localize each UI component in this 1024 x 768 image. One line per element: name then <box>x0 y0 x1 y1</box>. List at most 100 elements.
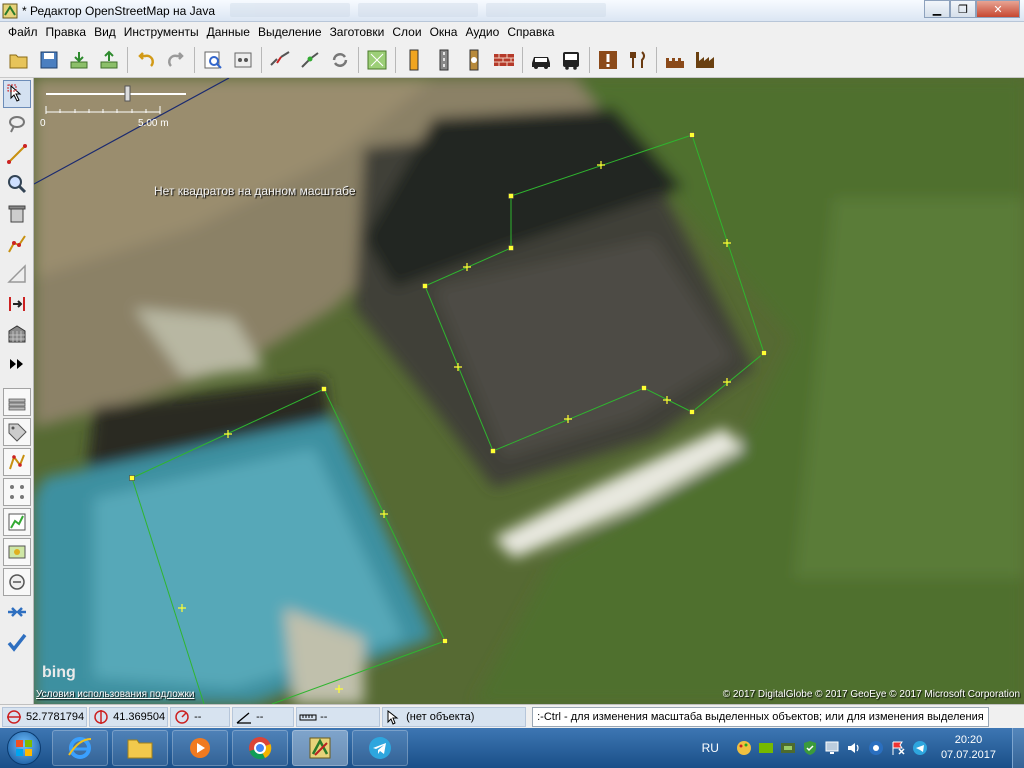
show-desktop-button[interactable] <box>1012 728 1024 768</box>
clock-time: 20:20 <box>954 734 983 746</box>
delete-mode-button[interactable] <box>3 200 31 228</box>
zoom-mode-button[interactable] <box>3 170 31 198</box>
save-button[interactable] <box>36 47 62 73</box>
toggle-history-panel[interactable] <box>3 508 31 536</box>
menu-file[interactable]: Файл <box>4 25 42 39</box>
minimize-button[interactable]: ▁ <box>924 0 950 18</box>
network-tray-icon[interactable] <box>824 740 840 756</box>
preset-food-button[interactable] <box>625 47 651 73</box>
preset-car-button[interactable] <box>528 47 554 73</box>
start-button[interactable] <box>0 728 48 768</box>
lasso-icon <box>9 116 25 133</box>
flag-tray-icon[interactable] <box>890 740 906 756</box>
parallel-mode-button[interactable] <box>3 260 31 288</box>
object-value: (нет объекта) <box>406 710 475 723</box>
preset-area-button[interactable] <box>364 47 390 73</box>
shield-tray-icon[interactable] <box>802 740 818 756</box>
undo-button[interactable] <box>133 47 159 73</box>
preset-bus-button[interactable] <box>558 47 584 73</box>
more-tools-button[interactable] <box>3 350 31 378</box>
aerial-imagery <box>34 78 1024 704</box>
draw-mode-button[interactable] <box>3 140 31 168</box>
menu-tools[interactable]: Инструменты <box>120 25 203 39</box>
toggle-conflict-panel[interactable] <box>3 538 31 566</box>
volume-tray-icon[interactable] <box>846 740 862 756</box>
preset-primary-road-button[interactable] <box>401 47 427 73</box>
taskbar-josm[interactable] <box>292 730 348 766</box>
select-mode-button[interactable] <box>3 80 31 108</box>
josm-icon <box>309 737 331 759</box>
split-way-button[interactable] <box>267 47 293 73</box>
gpu-tray-icon[interactable] <box>780 740 796 756</box>
draw-line-icon <box>7 144 27 164</box>
extrude-mode-button[interactable] <box>3 290 31 318</box>
menu-edit[interactable]: Правка <box>42 25 91 39</box>
improve-way-button[interactable] <box>3 230 31 258</box>
open-file-button[interactable] <box>6 47 32 73</box>
media-player-icon <box>190 738 210 758</box>
nvidia-tray-icon[interactable] <box>758 740 774 756</box>
update-tray-icon[interactable] <box>868 740 884 756</box>
toggle-tags-panel[interactable] <box>3 418 31 446</box>
preset-hazard-button[interactable] <box>595 47 621 73</box>
menu-view[interactable]: Вид <box>90 25 120 39</box>
folder-icon <box>127 739 153 759</box>
menu-layers[interactable]: Слои <box>388 25 425 39</box>
menu-audio[interactable]: Аудио <box>461 25 503 39</box>
clock[interactable]: 20:20 07.07.2017 <box>941 733 996 763</box>
reverse-way-button[interactable] <box>327 47 353 73</box>
toggle-layers-panel[interactable] <box>3 388 31 416</box>
taskbar-telegram[interactable] <box>352 730 408 766</box>
map-view[interactable]: 0 5.00 m Нет квадратов на данном масштаб… <box>34 78 1024 704</box>
toggle-filter-panel[interactable] <box>3 568 31 596</box>
help-hint: :-Ctrl - для изменения масштаба выделенн… <box>532 706 989 727</box>
palette-tray-icon[interactable] <box>736 740 752 756</box>
menu-data[interactable]: Данные <box>203 25 254 39</box>
taskbar-file-explorer[interactable] <box>112 730 168 766</box>
language-indicator[interactable]: RU <box>702 741 719 755</box>
preset-castle-button[interactable] <box>662 47 688 73</box>
object-display: (нет объекта) <box>382 706 527 727</box>
windows-logo-icon <box>16 740 32 756</box>
download-button[interactable] <box>66 47 92 73</box>
menu-help[interactable]: Справка <box>503 25 558 39</box>
preset-industrial-button[interactable] <box>692 47 718 73</box>
window-title: * Редактор OpenStreetMap на Java <box>22 3 216 18</box>
angle-value: -- <box>256 710 264 723</box>
taskbar-chrome[interactable] <box>232 730 288 766</box>
imagery-terms-link[interactable]: Условия использования подложки <box>36 689 194 700</box>
menu-presets[interactable]: Заготовки <box>326 25 389 39</box>
josm-app-icon <box>2 3 18 18</box>
toggle-selection-panel[interactable] <box>3 448 31 476</box>
compass-icon <box>175 709 189 724</box>
preset-road-button[interactable] <box>431 47 457 73</box>
building-mode-button[interactable] <box>3 320 31 348</box>
toggle-relations-panel[interactable] <box>3 478 31 506</box>
scale-slider[interactable] <box>40 82 200 118</box>
maximize-button[interactable]: ❐ <box>950 0 976 18</box>
telegram-tray-icon[interactable] <box>912 740 928 756</box>
taskbar-media-player[interactable] <box>172 730 228 766</box>
close-button[interactable]: ✕ <box>976 0 1020 18</box>
merge-arrows-icon <box>8 607 26 617</box>
redo-button[interactable] <box>163 47 189 73</box>
toolbar-separator <box>395 46 396 73</box>
toggle-validation-panel[interactable] <box>3 628 31 656</box>
angle-icon <box>236 712 252 724</box>
bing-logo: bing <box>42 664 76 681</box>
lasso-mode-button[interactable] <box>3 110 31 138</box>
menu-windows[interactable]: Окна <box>426 25 462 39</box>
preferences-button[interactable] <box>230 47 256 73</box>
preset-footway-button[interactable] <box>461 47 487 73</box>
toggle-commands-panel[interactable] <box>3 598 31 626</box>
zoom-to-data-button[interactable] <box>200 47 226 73</box>
distance-value: -- <box>320 710 328 723</box>
preset-wall-button[interactable] <box>491 47 517 73</box>
combine-way-button[interactable] <box>297 47 323 73</box>
zoom-slider-thumb[interactable] <box>124 85 131 102</box>
taskbar-internet-explorer[interactable] <box>52 730 108 766</box>
upload-button[interactable] <box>96 47 122 73</box>
longitude-display: 41.369504 <box>89 706 169 727</box>
menu-selection[interactable]: Выделение <box>254 25 326 39</box>
zoom-page-icon <box>204 51 222 69</box>
